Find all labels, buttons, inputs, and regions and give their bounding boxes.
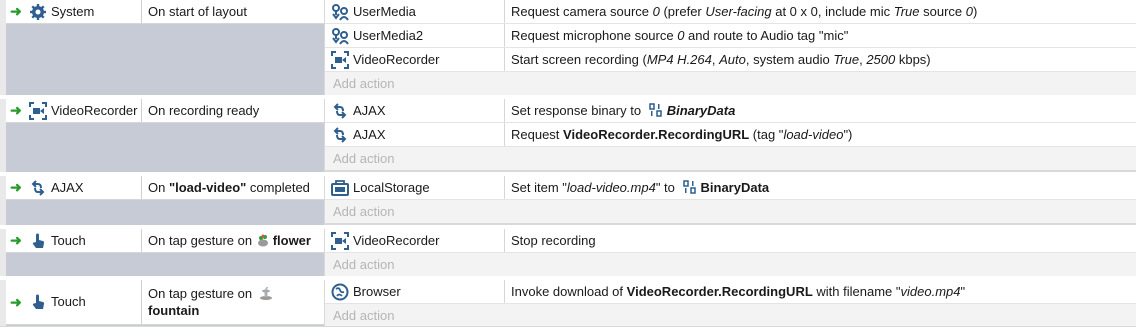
videorecorder-icon <box>331 232 349 250</box>
add-action-button[interactable]: Add action <box>325 200 1136 223</box>
action-description: Set item "load-video.mp4" to BinaryData <box>511 180 770 195</box>
condition-object[interactable]: System <box>21 0 142 23</box>
usermedia-icon <box>332 4 349 21</box>
condition-object-name: Touch <box>51 233 86 248</box>
binarydata-icon <box>682 180 696 194</box>
touch-icon <box>32 233 45 248</box>
condition-text: On start of layout <box>148 4 247 19</box>
add-action-button[interactable]: Add action <box>325 72 1136 95</box>
ajax-icon <box>31 180 45 196</box>
action-object-name: AJAX <box>353 103 386 118</box>
localstorage-icon <box>331 180 349 196</box>
condition-row[interactable]: ➜ AJAX On "load-video" completed <box>6 176 324 200</box>
event-block: ➜ System On start of layout UserMedia Re… <box>0 0 1136 95</box>
videorecorder-icon <box>331 51 349 69</box>
add-action-button[interactable]: Add action <box>325 253 1136 276</box>
usermedia-icon <box>332 28 349 45</box>
action-object[interactable]: VideoRecorder <box>325 48 505 71</box>
green-arrow-icon: ➜ <box>10 232 22 248</box>
condition-row[interactable]: ➜ VideoRecorder On recording ready <box>6 99 324 123</box>
ajax-icon <box>333 103 347 119</box>
action-row[interactable]: UserMedia Request camera source 0 (prefe… <box>325 0 1136 24</box>
action-object[interactable]: VideoRecorder <box>325 229 505 252</box>
condition-object-name: System <box>51 4 95 19</box>
action-description: Start screen recording (MP4 H.264, Auto,… <box>511 52 931 67</box>
touch-icon <box>32 294 45 309</box>
event-block: ➜ AJAX On "load-video" completed LocalSt… <box>0 176 1136 225</box>
action-object-name: LocalStorage <box>353 180 430 195</box>
condition-object-name: Touch <box>51 294 86 309</box>
action-description: Request camera source 0 (prefer User-fac… <box>511 4 978 19</box>
green-arrow-icon: ➜ <box>10 102 22 118</box>
condition-object[interactable]: AJAX <box>21 176 142 199</box>
event-sheet: ➜ System On start of layout UserMedia Re… <box>0 0 1136 326</box>
action-row[interactable]: VideoRecorder Start screen recording (MP… <box>325 48 1136 72</box>
action-row[interactable]: AJAX Request VideoRecorder.RecordingURL … <box>325 123 1136 147</box>
action-row[interactable]: LocalStorage Set item "load-video.mp4" t… <box>325 176 1136 200</box>
event-block: ➜ VideoRecorder On recording ready AJAX … <box>0 99 1136 172</box>
action-object-name: UserMedia2 <box>353 28 424 43</box>
condition-object[interactable]: Touch <box>21 229 142 252</box>
condition-object[interactable]: VideoRecorder <box>21 99 142 122</box>
action-description: Stop recording <box>511 233 596 248</box>
action-object-name: AJAX <box>353 127 386 142</box>
action-row[interactable]: VideoRecorder Stop recording <box>325 229 1136 253</box>
condition-object-name: AJAX <box>51 180 84 195</box>
fountain-sprite-icon <box>259 287 272 300</box>
condition-object-name: VideoRecorder <box>51 103 138 118</box>
action-object[interactable]: LocalStorage <box>325 176 505 199</box>
browser-icon <box>331 283 349 301</box>
condition-text: On recording ready <box>148 103 260 118</box>
condition-object[interactable]: Touch <box>21 280 142 324</box>
binarydata-icon <box>648 103 662 117</box>
add-action-button[interactable]: Add action <box>325 304 1136 326</box>
action-row[interactable]: AJAX Set response binary to BinaryData <box>325 99 1136 123</box>
green-arrow-icon: ➜ <box>10 294 22 310</box>
action-description: Request VideoRecorder.RecordingURL (tag … <box>511 127 853 142</box>
gear-icon <box>30 4 46 20</box>
event-block: ➜ Touch On tap gesture on flower VideoRe… <box>0 229 1136 276</box>
green-arrow-icon: ➜ <box>10 3 22 19</box>
condition-row[interactable]: ➜ Touch On tap gesture on flower <box>6 229 324 253</box>
condition-text: On "load-video" completed <box>148 180 310 195</box>
event-block: ➜ Touch On tap gesture on fountain Brows… <box>0 280 1136 326</box>
ajax-icon <box>333 127 347 143</box>
action-object[interactable]: Browser <box>325 280 505 303</box>
condition-text: On tap gesture on flower <box>148 233 311 248</box>
action-object-name: UserMedia <box>353 4 416 19</box>
condition-text: On tap gesture on fountain <box>148 285 320 319</box>
action-object-name: Browser <box>353 284 401 299</box>
action-object-name: VideoRecorder <box>353 233 440 248</box>
action-object[interactable]: AJAX <box>325 123 505 146</box>
action-object-name: VideoRecorder <box>353 52 440 67</box>
action-row[interactable]: Browser Invoke download of VideoRecorder… <box>325 280 1136 304</box>
flower-sprite-icon <box>257 234 268 247</box>
green-arrow-icon: ➜ <box>10 179 22 195</box>
action-object[interactable]: UserMedia2 <box>325 24 505 47</box>
add-action-button[interactable]: Add action <box>325 147 1136 170</box>
action-description: Invoke download of VideoRecorder.Recordi… <box>511 284 966 299</box>
action-description: Set response binary to BinaryData <box>511 103 736 118</box>
condition-row[interactable]: ➜ Touch On tap gesture on fountain <box>6 280 324 325</box>
condition-row[interactable]: ➜ System On start of layout <box>6 0 324 24</box>
action-row[interactable]: UserMedia2 Request microphone source 0 a… <box>325 24 1136 48</box>
action-object[interactable]: UserMedia <box>325 0 505 23</box>
action-object[interactable]: AJAX <box>325 99 505 122</box>
videorecorder-icon <box>29 102 47 120</box>
action-description: Request microphone source 0 and route to… <box>511 28 849 43</box>
